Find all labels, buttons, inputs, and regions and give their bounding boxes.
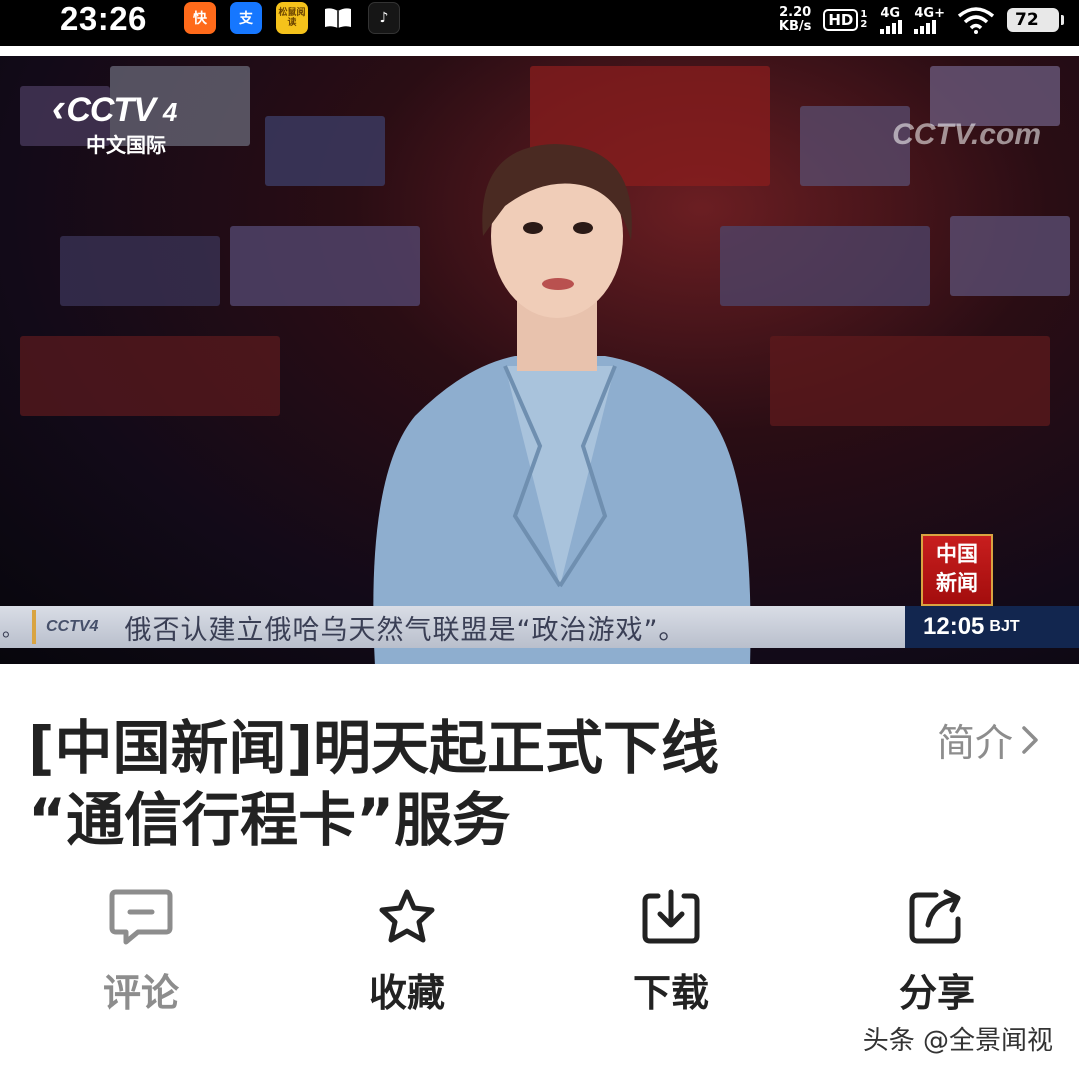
download-label: 下载 (632, 971, 709, 1015)
news-anchor-image (373, 144, 751, 664)
tiktok-app-icon: ♪ (368, 2, 400, 34)
ticker-separator (32, 610, 36, 644)
book-app-icon (322, 2, 354, 34)
source-credit-watermark: 头条 @全景闻视 (862, 1026, 1053, 1056)
alipay-app-icon: 支 (230, 2, 262, 34)
chevron-right-icon (1022, 725, 1038, 754)
network-speed-value: 2.20 (779, 5, 812, 20)
signal-sim1-label: 4G (880, 5, 901, 21)
channel-logo-text: CCTV (66, 91, 156, 129)
comment-button[interactable]: 评论 (66, 882, 216, 1017)
studio-desk-light (770, 336, 1050, 426)
video-title-line1: [中国新闻]明天起正式下线 (28, 714, 720, 782)
favorite-button[interactable]: 收藏 (332, 882, 482, 1017)
kuaishou-app-icon: 快 (184, 2, 216, 34)
network-speed: 2.20 KB/s (779, 6, 811, 34)
broadcast-timezone: BJT (989, 618, 1020, 635)
status-clock: 23:26 (60, 0, 147, 37)
ticker-bullet-icon: 。 (2, 616, 22, 641)
share-button[interactable]: 分享 (862, 882, 1012, 1017)
video-title-line2: “通信行程卡”服务 (28, 786, 511, 854)
favorite-label: 收藏 (368, 971, 445, 1015)
share-icon (902, 882, 972, 952)
studio-monitor (950, 216, 1070, 296)
signal-bars-icon (880, 19, 903, 34)
china-news-badge: 中国新闻 (921, 534, 993, 606)
action-bar: 评论 收藏 下载 分享 (0, 882, 1079, 1015)
studio-monitor (930, 66, 1060, 126)
ticker-headline: 俄否认建立俄哈乌天然气联盟是“政治游戏”。 (124, 614, 687, 646)
share-label: 分享 (898, 971, 975, 1015)
video-title: [中国新闻]明天起正式下线 “通信行程卡”服务 (28, 712, 888, 856)
battery-indicator: 72 (1007, 8, 1064, 32)
comment-icon (106, 882, 176, 952)
status-indicators: 2.20 KB/s HD 1 2 4G 4G+ 72 (779, 0, 1064, 40)
signal-sim2-label: 4G+ (914, 5, 945, 21)
video-player[interactable]: ‹CCTV 4 中文国际 CCTV.com 中国新闻 。 CCTV4 俄否认建立俄… (0, 56, 1079, 664)
cctv4-channel-logo: ‹CCTV 4 中文国际 (52, 86, 178, 157)
hd-sim-numbers: 1 2 (860, 9, 868, 30)
download-icon (636, 882, 706, 952)
cctv-com-watermark: CCTV.com (892, 118, 1041, 151)
download-button[interactable]: 下载 (596, 882, 746, 1017)
songshu-reader-app-icon: 松鼠阅读 (276, 2, 308, 34)
hd-voice-indicator: HD 1 2 (823, 9, 868, 31)
wifi-icon (957, 7, 995, 34)
hd-badge: HD (823, 9, 859, 31)
ticker-cctv4-logo: CCTV4 (46, 618, 99, 635)
studio-monitor (60, 236, 220, 306)
network-speed-unit: KB/s (778, 19, 812, 34)
news-ticker: 。 CCTV4 俄否认建立俄哈乌天然气联盟是“政治游戏”。 (0, 606, 905, 648)
channel-subtitle: 中文国际 (86, 135, 166, 157)
broadcast-time: 12:05 (923, 613, 985, 640)
notification-app-icons: 快 支 松鼠阅读 ♪ (184, 2, 400, 34)
channel-number: 4 (162, 97, 178, 127)
broadcast-clock: 12:05 BJT (905, 606, 1079, 648)
studio-desk-light (20, 336, 280, 416)
status-bar: 23:26 快 支 松鼠阅读 ♪ 2.20 KB/s HD 1 2 4G 4G+ (0, 0, 1079, 46)
comment-label: 评论 (102, 971, 179, 1015)
intro-button[interactable]: 简介 (937, 712, 1039, 767)
signal-sim2: 4G+ (914, 7, 945, 34)
signal-sim1: 4G (880, 5, 903, 34)
china-news-badge-text: 中国新闻 (936, 542, 978, 595)
star-icon (372, 882, 442, 952)
signal-bars-icon (914, 19, 937, 34)
intro-label: 简介 (936, 721, 1013, 765)
